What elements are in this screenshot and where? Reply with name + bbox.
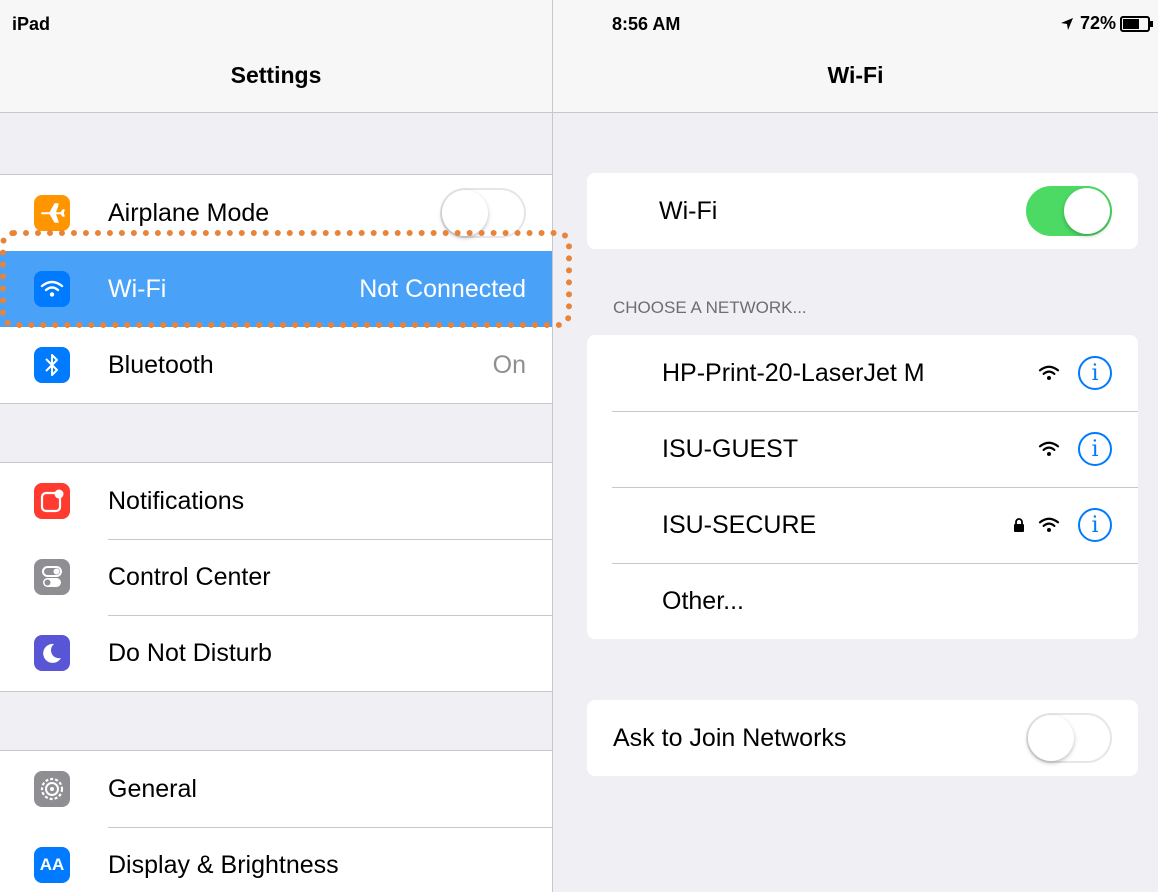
airplane-icon xyxy=(34,195,70,231)
settings-app: iPad 8:56 AM 72% Settings Wi-Fi Airplane… xyxy=(0,0,1158,892)
gear-icon xyxy=(34,771,70,807)
ask-join-label: Ask to Join Networks xyxy=(613,723,847,752)
wifi-switch-label: Wi-Fi xyxy=(659,196,718,225)
choose-network-header: CHOOSE A NETWORK... xyxy=(613,298,807,317)
setting-label: Airplane Mode xyxy=(108,198,270,227)
wifi-signal-icon xyxy=(1038,441,1060,456)
wifi-toggle[interactable] xyxy=(1026,186,1112,236)
status-bar: iPad 8:56 AM 72% xyxy=(0,0,1158,36)
text-size-icon: AA xyxy=(34,847,70,883)
battery-percent: 72% xyxy=(1079,13,1116,33)
carrier-label: iPad xyxy=(12,14,51,34)
toggle-knob xyxy=(1064,188,1110,234)
battery-icon xyxy=(1120,15,1153,32)
setting-label: Bluetooth xyxy=(108,350,214,379)
master-title: Settings xyxy=(230,62,322,88)
settings-group-notifications: Notifications Control Center Do Not Dist… xyxy=(0,462,552,692)
ask-join-row: Ask to Join Networks xyxy=(587,700,1138,776)
notifications-icon xyxy=(34,483,70,519)
network-row[interactable]: ISU-GUEST i xyxy=(587,411,1138,488)
master-navbar: Settings xyxy=(0,36,552,113)
network-info-button[interactable]: i xyxy=(1078,432,1112,466)
detail-title: Wi-Fi xyxy=(827,62,884,88)
clock: 8:56 AM xyxy=(612,14,681,34)
toggle-knob xyxy=(1028,715,1074,761)
network-list: HP-Print-20-LaserJet M i ISU-GUEST i ISU… xyxy=(587,335,1138,639)
network-name: ISU-GUEST xyxy=(662,434,799,463)
network-name: ISU-SECURE xyxy=(662,510,817,539)
wifi-switch-card: Wi-Fi xyxy=(587,173,1138,249)
status-right: 72% xyxy=(1060,13,1153,34)
setting-label: Do Not Disturb xyxy=(108,638,272,667)
wifi-row-highlight xyxy=(0,230,572,328)
network-row[interactable]: HP-Print-20-LaserJet M i xyxy=(587,335,1138,412)
setting-general[interactable]: General xyxy=(0,751,552,828)
control-center-icon xyxy=(34,559,70,595)
setting-label: Notifications xyxy=(108,486,245,515)
setting-label: Display & Brightness xyxy=(108,850,339,879)
settings-group-general: General AA Display & Brightness xyxy=(0,750,552,892)
network-name: Other... xyxy=(662,586,744,615)
network-row[interactable]: ISU-SECURE i xyxy=(587,487,1138,564)
network-info-button[interactable]: i xyxy=(1078,356,1112,390)
wifi-signal-icon xyxy=(1038,365,1060,380)
location-arrow-icon xyxy=(1060,17,1073,30)
bluetooth-icon xyxy=(34,347,70,383)
setting-display-brightness[interactable]: AA Display & Brightness xyxy=(0,827,552,892)
bluetooth-status-value: On xyxy=(492,350,526,379)
ask-join-card: Ask to Join Networks xyxy=(587,700,1138,776)
setting-bluetooth[interactable]: Bluetooth On xyxy=(0,327,552,403)
network-row-other[interactable]: Other... xyxy=(587,563,1138,639)
detail-navbar: Wi-Fi xyxy=(553,36,1158,113)
setting-label: General xyxy=(108,774,197,803)
moon-icon xyxy=(34,635,70,671)
setting-label: Control Center xyxy=(108,562,271,591)
ask-join-toggle[interactable] xyxy=(1026,713,1112,763)
lock-icon xyxy=(1014,518,1024,532)
setting-do-not-disturb[interactable]: Do Not Disturb xyxy=(0,615,552,691)
setting-notifications[interactable]: Notifications xyxy=(0,463,552,540)
split-divider xyxy=(552,0,553,892)
network-info-button[interactable]: i xyxy=(1078,508,1112,542)
setting-control-center[interactable]: Control Center xyxy=(0,539,552,616)
wifi-signal-icon xyxy=(1038,517,1060,532)
network-name: HP-Print-20-LaserJet M xyxy=(662,358,925,387)
wifi-switch-row: Wi-Fi xyxy=(587,173,1138,249)
